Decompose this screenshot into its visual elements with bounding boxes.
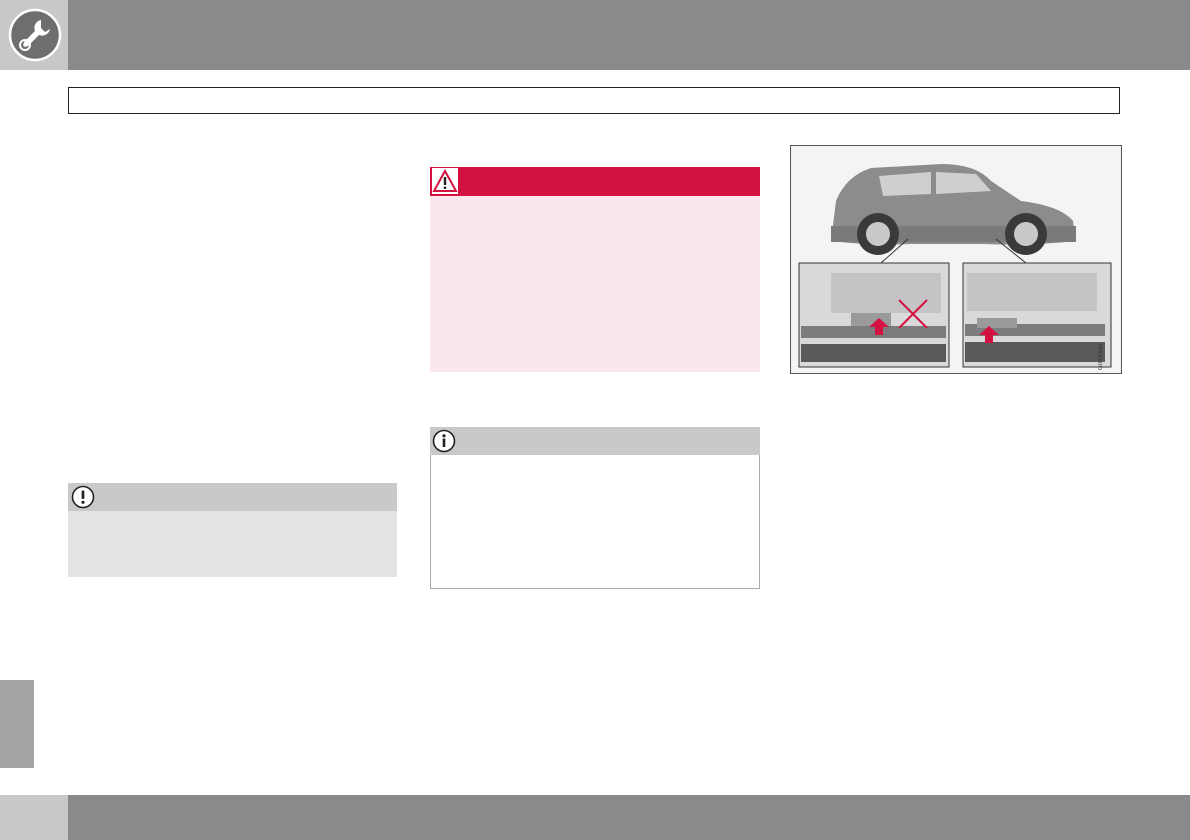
- note-box-body: [430, 455, 760, 589]
- caution-box-body: [68, 511, 397, 577]
- footer-band: [68, 795, 1190, 840]
- exclamation-circle-icon: [71, 485, 95, 509]
- note-box-header: [430, 427, 760, 455]
- warning-triangle-icon: [432, 168, 458, 194]
- footer-page-area: [0, 795, 68, 840]
- illustration-drawing: [798, 164, 1112, 368]
- header-band: [68, 0, 1190, 70]
- car-side-view: [831, 164, 1076, 255]
- warning-box-header: [430, 167, 760, 196]
- jacking-points-illustration: [790, 145, 1122, 374]
- figure-code: G0XXX52: [1098, 343, 1104, 370]
- chapter-side-tab: [0, 680, 34, 768]
- jack-point-incorrect: [798, 262, 950, 368]
- info-circle-icon: [432, 429, 456, 453]
- section-title-box: [68, 87, 1120, 114]
- warning-box-body: [430, 196, 760, 372]
- jack-point-correct: [962, 262, 1112, 368]
- wrench-gear-icon: [8, 8, 62, 62]
- caution-box-header: [68, 483, 397, 511]
